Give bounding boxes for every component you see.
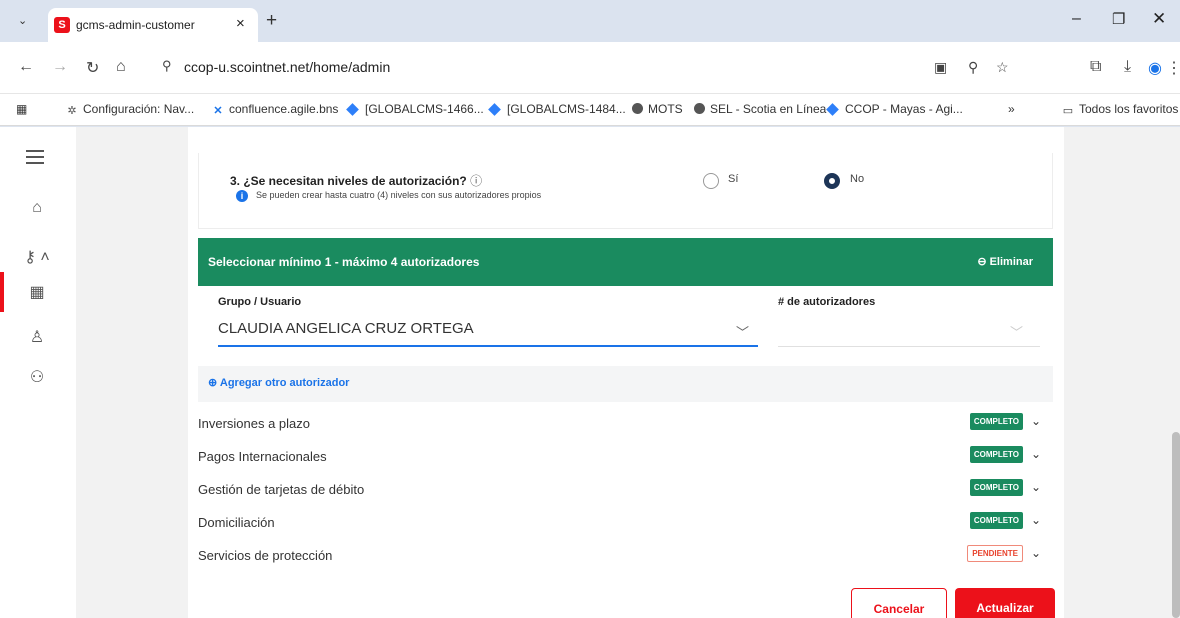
- section-row[interactable]: Inversiones a plazo COMPLETO ⌄: [198, 408, 1053, 440]
- section-row[interactable]: Pagos Internacionales COMPLETO ⌄: [198, 441, 1053, 473]
- cancel-button[interactable]: Cancelar: [851, 588, 947, 618]
- remove-circle-icon: ⊖: [977, 256, 990, 268]
- section-row[interactable]: Domiciliación COMPLETO ⌄: [198, 507, 1053, 539]
- globe-icon: [632, 103, 643, 114]
- close-tab-icon[interactable]: ×: [236, 15, 245, 32]
- approver-count-label: # de autorizadores: [778, 296, 876, 308]
- status-badge: COMPLETO: [969, 446, 1023, 463]
- update-button[interactable]: Actualizar: [955, 588, 1055, 618]
- status-badge: COMPLETO: [969, 413, 1023, 430]
- section-label: Pagos Internacionales: [198, 449, 327, 464]
- bookmark-ccop[interactable]: CCOP - Mayas - Agi...: [826, 102, 963, 116]
- bookmark-star-icon[interactable]: ☆: [996, 59, 1009, 76]
- jira-icon: [826, 103, 839, 116]
- bookmark-jira-1466[interactable]: [GLOBALCMS-1466...: [346, 102, 484, 116]
- add-approver-row: ⊕ Agregar otro autorizador: [198, 366, 1053, 402]
- jira-icon: [346, 103, 359, 116]
- folder-icon: ▭: [1062, 105, 1074, 117]
- group-label: Grupo / Usuario: [218, 296, 302, 308]
- radio-no[interactable]: [824, 173, 840, 189]
- approver-count-select[interactable]: ﹀: [778, 317, 1040, 347]
- approvers-header: Seleccionar mínimo 1 - máximo 4 autoriza…: [198, 238, 1053, 286]
- address-bar: ← → ↻ ⌂ ⚲ ccop-u.scointnet.net/home/admi…: [0, 42, 1180, 94]
- back-icon[interactable]: ←: [18, 58, 34, 76]
- section-label: Inversiones a plazo: [198, 416, 311, 431]
- restore-icon[interactable]: ❐: [1112, 10, 1128, 28]
- jira-icon: [488, 103, 501, 116]
- bookmark-mots[interactable]: MOTS: [632, 102, 683, 116]
- bookmark-sel[interactable]: SEL - Scotia en Línea: [694, 102, 826, 116]
- question-help: Se pueden crear hasta cuatro (4) niveles…: [256, 190, 542, 200]
- tab-search-icon[interactable]: ⌄: [18, 14, 40, 36]
- add-circle-icon: ⊕: [208, 377, 220, 389]
- section-label: Domiciliación: [198, 515, 275, 530]
- site-info-icon[interactable]: ⚲: [162, 58, 172, 74]
- form-layer: 3. ¿Se necesitan niveles de autorización…: [0, 127, 1180, 618]
- group-user-value: CLAUDIA ANGELICA CRUZ ORTEGA: [218, 320, 474, 337]
- favicon-icon: S: [54, 17, 70, 33]
- download-icon[interactable]: ⤓: [1124, 58, 1131, 76]
- tab-title: gcms-admin-customer: [76, 18, 195, 32]
- chevron-down-icon: ﹀: [736, 325, 750, 340]
- chevron-down-icon: ﹀: [1010, 325, 1024, 340]
- extensions-icon[interactable]: ⧉: [1090, 58, 1101, 76]
- info-filled-icon: i: [236, 190, 248, 202]
- browser-tab-bar: ⌄ S gcms-admin-customer × + – ❐ ✕: [0, 0, 1180, 42]
- chevron-down-icon[interactable]: ⌄: [1031, 414, 1041, 428]
- globe-icon: [694, 103, 705, 114]
- bookmark-config[interactable]: ✲ Configuración: Nav...: [66, 102, 194, 117]
- radio-no-label: No: [850, 173, 865, 185]
- info-icon[interactable]: ⓘ: [470, 174, 482, 188]
- chevron-down-icon[interactable]: ⌄: [1031, 546, 1041, 560]
- approvers-title: Seleccionar mínimo 1 - máximo 4 autoriza…: [208, 255, 480, 269]
- url-text: ccop-u.scointnet.net/home/admin: [184, 59, 391, 75]
- more-bookmarks-icon[interactable]: »: [1008, 102, 1015, 116]
- chevron-down-icon[interactable]: ⌄: [1031, 513, 1041, 527]
- status-badge: COMPLETO: [969, 512, 1023, 529]
- question-title: 3. ¿Se necesitan niveles de autorización…: [230, 174, 483, 188]
- gear-icon: ✲: [67, 105, 77, 117]
- apps-icon[interactable]: ▦: [16, 102, 27, 116]
- section-row[interactable]: Gestión de tarjetas de débito COMPLETO ⌄: [198, 474, 1053, 506]
- chevron-down-icon[interactable]: ⌄: [1031, 447, 1041, 461]
- browser-tab[interactable]: S gcms-admin-customer ×: [48, 8, 258, 42]
- all-bookmarks[interactable]: ▭ Todos los favoritos: [1062, 102, 1179, 117]
- forward-icon[interactable]: →: [52, 58, 68, 76]
- menu-kebab-icon[interactable]: ⋮: [1166, 58, 1180, 78]
- section-label: Gestión de tarjetas de débito: [198, 482, 365, 497]
- zoom-icon[interactable]: ⚲: [968, 59, 978, 76]
- translate-icon[interactable]: ▣: [934, 59, 947, 76]
- reload-icon[interactable]: ↻: [86, 58, 99, 78]
- minimize-icon[interactable]: –: [1072, 10, 1081, 28]
- chevron-down-icon[interactable]: ⌄: [1031, 480, 1041, 494]
- home-icon[interactable]: ⌂: [116, 58, 126, 76]
- new-tab-icon[interactable]: +: [266, 10, 277, 32]
- status-badge: PENDIENTE: [967, 545, 1023, 562]
- radio-yes-label: Sí: [728, 173, 739, 185]
- radio-yes[interactable]: [703, 173, 719, 189]
- status-badge: COMPLETO: [969, 479, 1023, 496]
- bookmark-confluence[interactable]: ✕ confluence.agile.bns: [212, 102, 338, 117]
- section-row[interactable]: Servicios de protección PENDIENTE ⌄: [198, 540, 1053, 572]
- add-approver-link[interactable]: ⊕ Agregar otro autorizador: [208, 376, 349, 389]
- profile-icon[interactable]: ◉: [1148, 58, 1162, 78]
- section-label: Servicios de protección: [198, 548, 333, 563]
- group-user-select[interactable]: CLAUDIA ANGELICA CRUZ ORTEGA ﹀: [218, 317, 758, 347]
- delete-approvers-button[interactable]: ⊖ Eliminar: [977, 255, 1033, 268]
- bookmarks-bar: ▦ ✲ Configuración: Nav... ✕ confluence.agi…: [0, 94, 1180, 126]
- window-close-icon[interactable]: ✕: [1152, 9, 1166, 29]
- confluence-icon: ✕: [213, 105, 223, 117]
- url-field[interactable]: ⚲ ccop-u.scointnet.net/home/admin ▣ ⚲ ☆: [150, 52, 1055, 82]
- bookmark-jira-1484[interactable]: [GLOBALCMS-1484...: [488, 102, 626, 116]
